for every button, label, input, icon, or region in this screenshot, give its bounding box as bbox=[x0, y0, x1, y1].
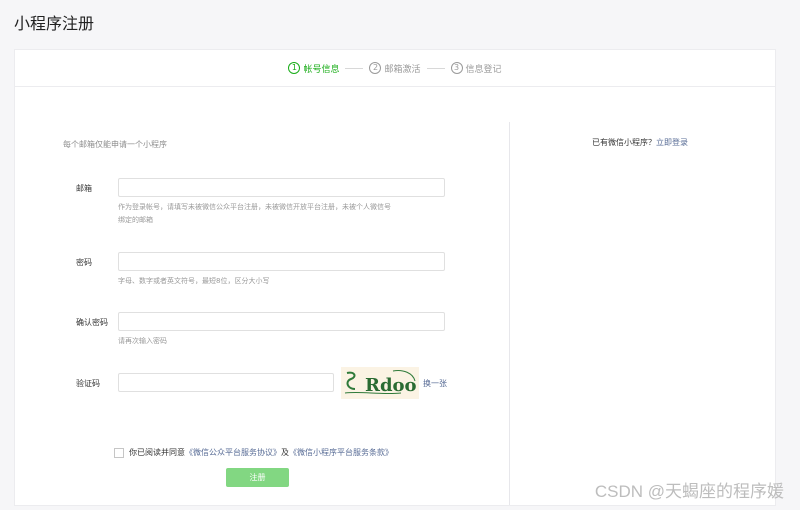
step-separator bbox=[426, 67, 445, 69]
captcha-field[interactable] bbox=[118, 373, 334, 392]
refresh-captcha-link[interactable]: 换一张 bbox=[423, 378, 447, 389]
password-label: 密码 bbox=[76, 258, 92, 267]
step-separator bbox=[345, 67, 364, 69]
step-label: 信息登记 bbox=[465, 64, 502, 75]
confirm-password-label: 确认密码 bbox=[76, 318, 108, 327]
confirm-password-field[interactable] bbox=[118, 312, 445, 331]
column-divider bbox=[509, 122, 510, 505]
captcha-text: Rdoo bbox=[365, 375, 417, 396]
login-prompt: 已有微信小程序？立即登录 bbox=[592, 137, 688, 148]
step-indicator: 1 帐号信息 2 邮箱激活 3 信息登记 bbox=[15, 50, 775, 87]
email-field[interactable] bbox=[118, 178, 445, 197]
captcha-label: 验证码 bbox=[76, 379, 100, 388]
email-hint: 作为登录帐号，请填写未被微信公众平台注册，未被微信开放平台注册，未被个人微信号 … bbox=[118, 201, 391, 227]
step-email-activation: 2 邮箱激活 bbox=[369, 62, 421, 75]
step-label: 帐号信息 bbox=[303, 64, 340, 75]
step-account-info: 1 帐号信息 bbox=[288, 62, 339, 75]
agreement-prefix: 你已阅读并同意 bbox=[129, 448, 185, 457]
step-info-registration: 3 信息登记 bbox=[450, 62, 502, 75]
captcha-image[interactable]: Rdoo bbox=[341, 367, 419, 399]
page-title: 小程序注册 bbox=[14, 14, 95, 33]
email-label: 邮箱 bbox=[76, 184, 92, 193]
email-hint-line: 作为登录帐号，请填写未被微信公众平台注册，未被微信开放平台注册，未被个人微信号 bbox=[118, 203, 391, 211]
step-number: 2 bbox=[369, 62, 382, 74]
password-field[interactable] bbox=[118, 252, 445, 271]
step-label: 邮箱激活 bbox=[384, 64, 421, 75]
service-agreement-link[interactable]: 《微信公众平台服务协议》 bbox=[185, 447, 281, 458]
registration-form: 每个邮箱仅能申请一个小程序 邮箱 作为登录帐号，请填写未被微信公众平台注册，未被… bbox=[15, 87, 509, 505]
agreement-row: 你已阅读并同意 《微信公众平台服务协议》 及 《微信小程序平台服务条款》 bbox=[114, 447, 393, 458]
step-number: 1 bbox=[288, 62, 301, 74]
watermark: CSDN @天蝎座的程序媛 bbox=[594, 482, 784, 501]
agree-checkbox[interactable] bbox=[114, 447, 124, 458]
step-number: 3 bbox=[450, 62, 463, 74]
login-link[interactable]: 立即登录 bbox=[656, 138, 688, 147]
email-hint-line: 绑定的邮箱 bbox=[118, 216, 153, 224]
terms-link[interactable]: 《微信小程序平台服务条款》 bbox=[289, 447, 393, 458]
registration-card: 1 帐号信息 2 邮箱激活 3 信息登记 每个邮箱仅能申请一个小程序 邮箱 作为… bbox=[14, 49, 776, 506]
form-tip: 每个邮箱仅能申请一个小程序 bbox=[63, 140, 167, 149]
confirm-password-hint: 请再次输入密码 bbox=[118, 337, 167, 345]
register-button[interactable]: 注册 bbox=[226, 468, 289, 487]
password-hint: 字母、数字或者英文符号，最短8位，区分大小写 bbox=[118, 277, 270, 285]
agreement-middle: 及 bbox=[281, 448, 289, 457]
login-prompt-text: 已有微信小程序？ bbox=[592, 138, 656, 147]
captcha-graphic: Rdoo bbox=[344, 370, 417, 396]
